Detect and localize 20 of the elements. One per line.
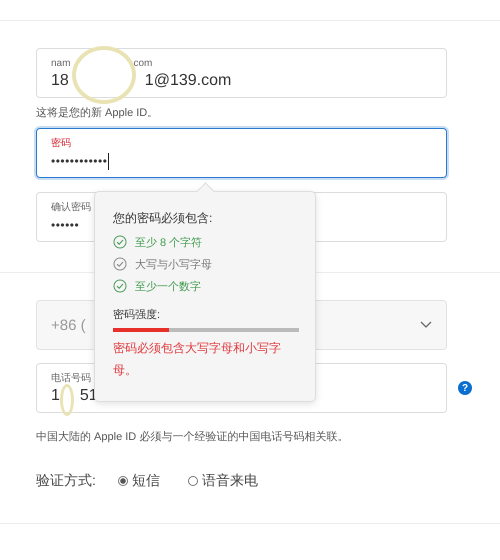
requirement-text: 大写与小写字母 — [135, 258, 212, 272]
field-value: 18 — [51, 71, 69, 91]
field-value: •••••• — [51, 217, 80, 234]
requirement-text: 至少一个数字 — [135, 280, 201, 294]
requirement-text: 至少 8 个字符 — [135, 236, 202, 250]
field-value: 51 — [80, 386, 98, 406]
field-label: 验证方式: — [36, 472, 96, 490]
field-value: 1 — [51, 386, 60, 406]
field-label: 确认密码 — [51, 201, 91, 214]
helper-text: 中国大陆的 Apple ID 必须与一个经验证的中国电话号码相关联。 — [36, 430, 350, 444]
strength-label: 密码强度: — [113, 308, 162, 322]
popup-title: 您的密码必须包含: — [113, 210, 214, 227]
error-text: 密码必须包含大写字母和小写字母。 — [113, 340, 282, 379]
helper-text: 这将是您的新 Apple ID。 — [36, 106, 160, 120]
field-label: nam — [51, 57, 70, 70]
field-label: com — [133, 57, 152, 70]
field-value: 1@139.com — [144, 71, 232, 91]
field-label: 密码 — [51, 137, 71, 150]
field-label: 电话号码 — [51, 372, 91, 385]
field-value: •••••••••••• — [51, 153, 108, 170]
